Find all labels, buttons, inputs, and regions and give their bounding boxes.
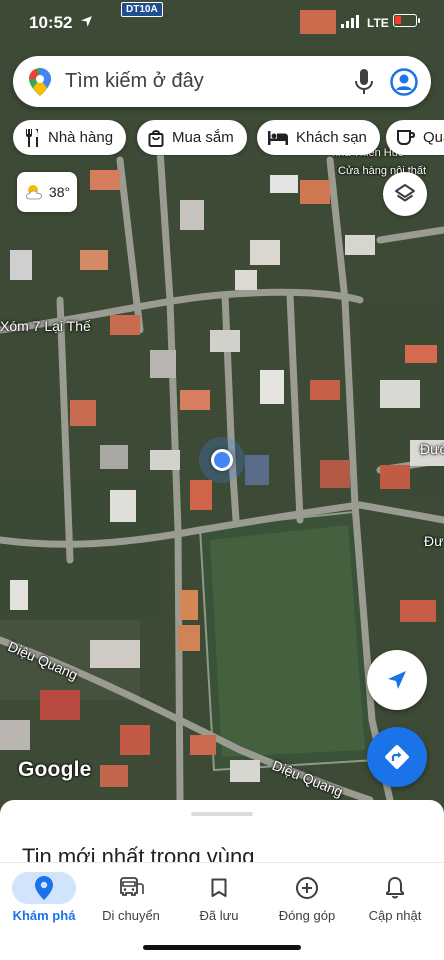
nav-label: Cập nhật [368, 908, 422, 923]
category-chips: Nhà hàng Mua sắm Khách sạn Quá [0, 120, 444, 156]
nav-label: Di chuyển [102, 908, 160, 923]
status-bar: 10:52 LTE [0, 0, 444, 46]
nav-saved[interactable]: Đã lưu [176, 869, 262, 929]
nav-label: Đóng góp [278, 908, 336, 923]
signal-bars-icon [341, 15, 359, 28]
chip-label: Nhà hàng [48, 129, 114, 146]
directions-icon [385, 745, 409, 769]
shopping-bag-icon [148, 129, 164, 147]
chip-coffee[interactable]: Quá [386, 120, 444, 155]
nav-label: Khám phá [12, 908, 76, 923]
weather-temp: 38° [48, 184, 71, 200]
fork-knife-icon [26, 128, 38, 147]
google-logo: Google [18, 758, 92, 781]
nav-contribute[interactable]: Đóng góp [264, 869, 350, 929]
bookmark-icon [211, 878, 227, 897]
car-icon [120, 877, 144, 896]
layers-button[interactable] [383, 172, 427, 216]
nav-explore[interactable]: Khám phá [1, 869, 87, 929]
nav-commute[interactable]: Di chuyển [88, 869, 174, 929]
location-arrow-icon [81, 16, 92, 27]
partly-cloudy-icon [25, 185, 42, 200]
chip-restaurants[interactable]: Nhà hàng [13, 120, 127, 155]
directions-button[interactable] [367, 727, 427, 787]
microphone-icon[interactable] [355, 69, 373, 95]
home-indicator[interactable] [143, 945, 301, 950]
battery-icon [393, 14, 420, 27]
layers-icon [395, 184, 415, 202]
chip-hotels[interactable]: Khách sạn [257, 120, 380, 155]
coffee-icon [397, 129, 415, 145]
weather-badge[interactable]: 38° [17, 172, 77, 212]
plus-circle-icon [296, 877, 318, 899]
road-shield: DT10A [121, 2, 163, 17]
navigation-arrow-icon [388, 671, 406, 689]
bed-icon [268, 130, 288, 145]
search-placeholder[interactable]: Tìm kiếm ở đây [65, 70, 204, 93]
bell-icon [386, 877, 404, 899]
chip-label: Quá [423, 129, 444, 146]
street-label: Xóm 7 Lại Thế [0, 318, 91, 334]
sheet-drag-handle[interactable] [191, 812, 253, 816]
network-type: LTE [367, 16, 389, 30]
current-location-dot[interactable] [211, 449, 233, 471]
account-icon[interactable] [390, 68, 418, 96]
recenter-button[interactable] [367, 650, 427, 710]
location-pin-icon [35, 876, 53, 900]
nav-label: Đã lưu [199, 908, 239, 923]
chip-shopping[interactable]: Mua sắm [137, 120, 247, 155]
chip-label: Khách sạn [296, 129, 367, 146]
nav-updates[interactable]: Cập nhật [352, 869, 438, 929]
street-label: Đườ [420, 441, 444, 457]
google-maps-pin-icon [29, 68, 51, 96]
street-label: Đư [424, 533, 444, 549]
status-time: 10:52 [29, 13, 73, 32]
explore-sheet[interactable]: Tin mới nhất trong vùng [0, 800, 444, 870]
search-bar[interactable]: Tìm kiếm ở đây [13, 56, 431, 107]
chip-label: Mua sắm [172, 129, 234, 146]
